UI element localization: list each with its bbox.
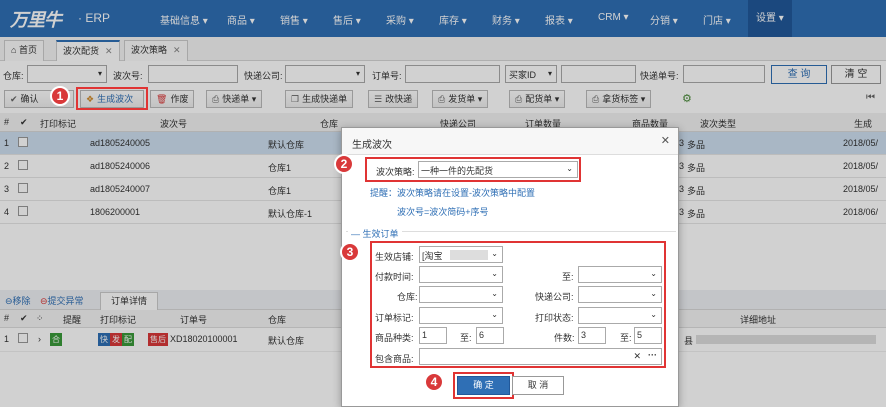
contains-goods-input[interactable]: ✕ ··· bbox=[419, 348, 662, 365]
strategy-label: 波次策略: bbox=[376, 167, 415, 177]
chevron-down-icon: ⌄ bbox=[491, 249, 498, 258]
more-icon[interactable]: ··· bbox=[648, 350, 657, 360]
chevron-down-icon: ⌄ bbox=[650, 269, 657, 278]
sku-kinds-from[interactable]: 1 bbox=[419, 327, 447, 344]
chevron-down-icon: ⌄ bbox=[491, 289, 498, 298]
generate-wave-dialog: 生成波次 ✕ 波次策略: 一种一件的先配货 ⌄ 提醒：波次策略请在设置-波次策略中… bbox=[341, 127, 679, 407]
pay-time-to[interactable]: ⌄ bbox=[578, 266, 662, 283]
pieces-from[interactable]: 3 bbox=[578, 327, 606, 344]
wave-no-hint: 波次号=波次简码+序号 bbox=[397, 207, 489, 217]
pay-time-to-label: 至: bbox=[562, 272, 574, 282]
sku-kinds-to[interactable]: 6 bbox=[476, 327, 504, 344]
warehouse-label: 仓库: bbox=[397, 292, 418, 302]
chevron-down-icon: ⌄ bbox=[491, 269, 498, 278]
contains-goods-label: 包含商品: bbox=[375, 354, 414, 364]
highlight-generate-wave bbox=[76, 87, 148, 110]
pieces-to-label: 至: bbox=[620, 333, 632, 343]
dialog-titlebar: 生成波次 ✕ bbox=[342, 128, 678, 155]
pieces-label: 件数: bbox=[554, 333, 575, 343]
strategy-select[interactable]: 一种一件的先配货 ⌄ bbox=[418, 161, 578, 178]
chevron-down-icon: ⌄ bbox=[650, 289, 657, 298]
step-badge-4: 4 bbox=[424, 372, 444, 392]
pay-time-from[interactable]: ⌄ bbox=[419, 266, 503, 283]
order-mark-label: 订单标记: bbox=[375, 313, 414, 323]
chevron-down-icon: ⌄ bbox=[566, 164, 573, 173]
shop-label: 生效店铺: bbox=[375, 252, 414, 262]
print-status-label: 打印状态: bbox=[535, 313, 574, 323]
chevron-down-icon: ⌄ bbox=[650, 310, 657, 319]
effective-orders-section: — 生效订单 bbox=[348, 227, 402, 240]
blurred-shop-name bbox=[450, 250, 488, 260]
close-icon[interactable]: ✕ bbox=[661, 134, 670, 147]
sku-kinds-label: 商品种类: bbox=[375, 333, 414, 343]
chevron-down-icon: ⌄ bbox=[491, 310, 498, 319]
strategy-hint: 提醒：波次策略请在设置-波次策略中配置 bbox=[370, 188, 535, 198]
step-badge-3: 3 bbox=[340, 242, 360, 262]
step-badge-1: 1 bbox=[50, 86, 70, 106]
order-mark-select[interactable]: ⌄ bbox=[419, 307, 503, 324]
warehouse-select[interactable]: ⌄ bbox=[419, 286, 503, 303]
step-badge-2: 2 bbox=[334, 154, 354, 174]
print-status-select[interactable]: ⌄ bbox=[578, 307, 662, 324]
express-label: 快递公司: bbox=[535, 292, 574, 302]
dialog-title: 生成波次 bbox=[352, 140, 392, 151]
express-select[interactable]: ⌄ bbox=[578, 286, 662, 303]
pay-time-label: 付款时间: bbox=[375, 272, 414, 282]
sku-kinds-to-label: 至: bbox=[460, 333, 472, 343]
cancel-button[interactable]: 取 消 bbox=[512, 376, 564, 395]
clear-icon[interactable]: ✕ bbox=[633, 351, 641, 362]
shop-select[interactable]: [淘宝 ⌄ bbox=[419, 246, 503, 263]
pieces-to[interactable]: 5 bbox=[634, 327, 662, 344]
confirm-button[interactable]: 确 定 bbox=[457, 376, 510, 395]
